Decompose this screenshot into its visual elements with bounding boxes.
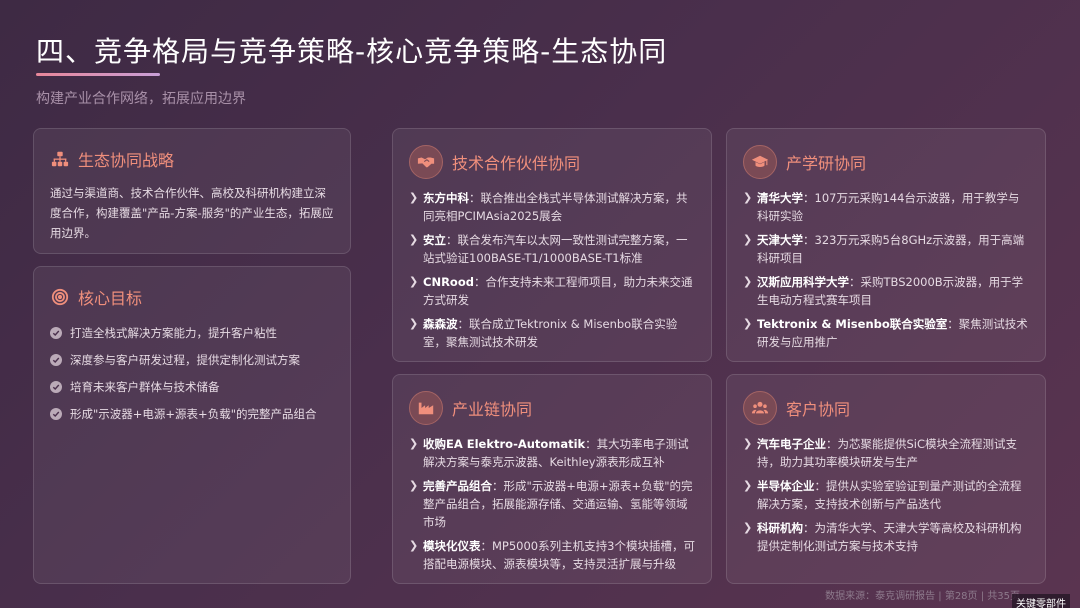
customers-title: 客户协同 [786, 400, 851, 419]
chevron-right-icon: ❯ [743, 191, 753, 204]
chevron-right-icon: ❯ [409, 275, 419, 288]
item-lead: 安立 [423, 233, 446, 247]
goal-item: 打造全栈式解决方案能力，提升客户粘性 [50, 319, 334, 346]
goals-title: 核心目标 [78, 289, 143, 308]
goals-list: 打造全栈式解决方案能力，提升客户粘性 深度参与客户研发过程，提供定制化测试方案 … [50, 319, 334, 427]
item-text: ：联合发布汽车以太网一致性测试完整方案，一站式验证100BASE-T1/1000… [423, 233, 688, 265]
goal-text: 培育未来客户群体与技术储备 [70, 379, 220, 394]
chevron-right-icon: ❯ [409, 539, 419, 552]
list-item: ❯ CNRood：合作支持未来工程师项目，助力未来交通方式研发 [409, 273, 695, 309]
page-title: 四、竞争格局与竞争策略-核心竞争策略-生态协同 [36, 35, 668, 68]
title-underline [36, 73, 160, 76]
goal-item: 深度参与客户研发过程，提供定制化测试方案 [50, 346, 334, 373]
chevron-right-icon: ❯ [409, 479, 419, 492]
goal-item: 培育未来客户群体与技术储备 [50, 373, 334, 400]
tech-partners-title: 技术合作伙伴协同 [452, 154, 581, 173]
handshake-icon [409, 145, 443, 179]
sitemap-icon [50, 149, 70, 169]
factory-icon [409, 391, 443, 425]
item-lead: CNRood [423, 275, 474, 289]
chevron-right-icon: ❯ [409, 191, 419, 204]
academia-title: 产学研协同 [786, 154, 867, 173]
item-lead: 汉斯应用科学大学 [757, 275, 849, 289]
strategy-title: 生态协同战略 [78, 151, 175, 170]
list-item: ❯ 收购EA Elektro-Automatik：其大功率电子测试解决方案与泰克示… [409, 435, 695, 471]
goals-card: 核心目标 打造全栈式解决方案能力，提升客户粘性 深度参与客户研发过程，提供定制化… [33, 266, 351, 584]
tech-partners-card: 技术合作伙伴协同 ❯ 东方中科：联合推出全栈式半导体测试解决方案，共同亮相PCIM… [392, 128, 712, 362]
customers-header: 客户协同 [743, 391, 1029, 425]
graduation-cap-icon [743, 145, 777, 179]
supply-chain-list: ❯ 收购EA Elektro-Automatik：其大功率电子测试解决方案与泰克示… [409, 435, 695, 573]
item-lead: 天津大学 [757, 233, 803, 247]
item-lead: 收购EA Elektro-Automatik [423, 437, 586, 451]
list-item: ❯ 安立：联合发布汽车以太网一致性测试完整方案，一站式验证100BASE-T1/1… [409, 231, 695, 267]
goal-item: 形成"示波器+电源+源表+负载"的完整产品组合 [50, 400, 334, 427]
strategy-description: 通过与渠道商、技术合作伙伴、高校及科研机构建立深度合作，构建覆盖"产品-方案-服… [50, 186, 334, 240]
customers-card: 客户协同 ❯ 汽车电子企业：为芯聚能提供SiC模块全流程测试支持，助力其功率模块研… [726, 374, 1046, 584]
strategy-card-header: 生态协同战略 [50, 147, 334, 171]
check-circle-icon [50, 326, 62, 339]
item-lead: 清华大学 [757, 191, 803, 205]
list-item: ❯ 汽车电子企业：为芯聚能提供SiC模块全流程测试支持，助力其功率模块研发与生产 [743, 435, 1029, 471]
item-text: ：联合成立Tektronix & Misenbo联合实验室，聚焦测试技术研发 [423, 317, 678, 349]
target-icon [50, 287, 70, 307]
chevron-right-icon: ❯ [743, 437, 753, 450]
academia-card: 产学研协同 ❯ 清华大学：107万元采购144台示波器，用于教学与科研实验 ❯ 天津… [726, 128, 1046, 362]
goal-text: 深度参与客户研发过程，提供定制化测试方案 [70, 352, 300, 367]
customers-list: ❯ 汽车电子企业：为芯聚能提供SiC模块全流程测试支持，助力其功率模块研发与生产 … [743, 435, 1029, 555]
academia-list: ❯ 清华大学：107万元采购144台示波器，用于教学与科研实验 ❯ 天津大学：323… [743, 189, 1029, 351]
check-circle-icon [50, 407, 62, 420]
list-item: ❯ 完善产品组合：形成"示波器+电源+源表+负载"的完整产品组合，拓展能源存储、交… [409, 477, 695, 531]
list-item: ❯ 汉斯应用科学大学：采购TBS2000B示波器，用于学生电动方程式赛车项目 [743, 273, 1029, 309]
check-circle-icon [50, 353, 62, 366]
list-item: ❯ 森森波：联合成立Tektronix & Misenbo联合实验室，聚焦测试技术… [409, 315, 695, 351]
list-item: ❯ 科研机构：为清华大学、天津大学等高校及科研机构提供定制化测试方案与技术支持 [743, 519, 1029, 555]
goals-card-header: 核心目标 [50, 285, 334, 309]
chevron-right-icon: ❯ [743, 317, 753, 330]
list-item: ❯ Tektronix & Misenbo联合实验室：聚焦测试技术研发与应用推广 [743, 315, 1029, 351]
supply-chain-card: 产业链协同 ❯ 收购EA Elektro-Automatik：其大功率电子测试解决… [392, 374, 712, 584]
chevron-right-icon: ❯ [409, 233, 419, 246]
list-item: ❯ 天津大学：323万元采购5台8GHz示波器，用于高端科研项目 [743, 231, 1029, 267]
supply-chain-title: 产业链协同 [452, 400, 533, 419]
item-lead: 汽车电子企业 [757, 437, 826, 451]
supply-chain-header: 产业链协同 [409, 391, 695, 425]
item-lead: 森森波 [423, 317, 458, 331]
chevron-right-icon: ❯ [409, 317, 419, 330]
item-lead: 半导体企业 [757, 479, 815, 493]
list-item: ❯ 清华大学：107万元采购144台示波器，用于教学与科研实验 [743, 189, 1029, 225]
footer-source: 数据来源：泰克调研报告 | 第28页 | 共35页 [825, 591, 1020, 602]
list-item: ❯ 半导体企业：提供从实验室验证到量产测试的全流程解决方案，支持技术创新与产品迭代 [743, 477, 1029, 513]
item-lead: 完善产品组合 [423, 479, 492, 493]
item-lead: 模块化仪表 [423, 539, 481, 553]
item-lead: 科研机构 [757, 521, 803, 535]
item-lead: Tektronix & Misenbo联合实验室 [757, 317, 948, 331]
tech-partners-list: ❯ 东方中科：联合推出全栈式半导体测试解决方案，共同亮相PCIMAsia2025展… [409, 189, 695, 351]
item-lead: 东方中科 [423, 191, 469, 205]
goal-text: 打造全栈式解决方案能力，提升客户粘性 [70, 325, 277, 340]
strategy-card: 生态协同战略 通过与渠道商、技术合作伙伴、高校及科研机构建立深度合作，构建覆盖"… [33, 128, 351, 254]
watermark-label: 关键零部件 [1012, 594, 1070, 608]
chevron-right-icon: ❯ [743, 275, 753, 288]
chevron-right-icon: ❯ [743, 521, 753, 534]
academia-header: 产学研协同 [743, 145, 1029, 179]
list-item: ❯ 模块化仪表：MP5000系列主机支持3个模块插槽，可搭配电源模块、源表模块等，… [409, 537, 695, 573]
chevron-right-icon: ❯ [409, 437, 419, 450]
check-circle-icon [50, 380, 62, 393]
chevron-right-icon: ❯ [743, 233, 753, 246]
tech-partners-header: 技术合作伙伴协同 [409, 145, 695, 179]
page-subtitle: 构建产业合作网络，拓展应用边界 [36, 91, 246, 107]
users-icon [743, 391, 777, 425]
chevron-right-icon: ❯ [743, 479, 753, 492]
goal-text: 形成"示波器+电源+源表+负载"的完整产品组合 [70, 406, 317, 421]
list-item: ❯ 东方中科：联合推出全栈式半导体测试解决方案，共同亮相PCIMAsia2025展… [409, 189, 695, 225]
